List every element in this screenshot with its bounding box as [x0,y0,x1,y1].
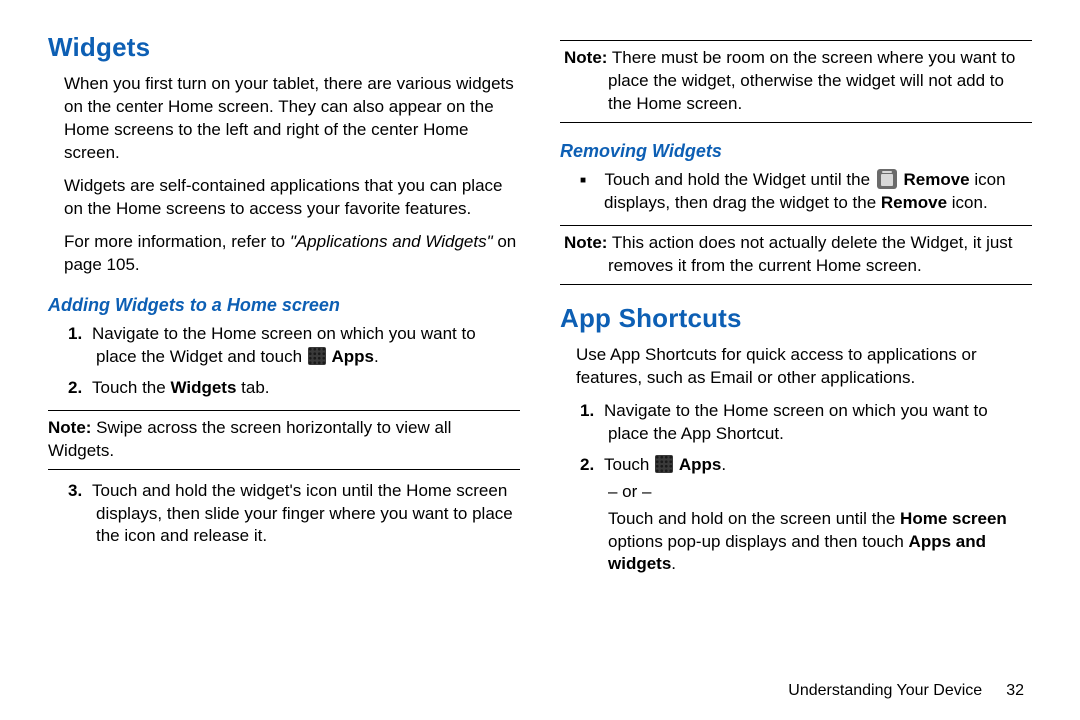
widgets-intro-1: When you first turn on your tablet, ther… [64,73,520,165]
page-number: 32 [1006,682,1024,699]
widgets-heading: Widgets [48,30,520,65]
step-2: 2.Touch the Widgets tab. [96,377,520,400]
apps-grid-icon [308,347,326,365]
footer-section: Understanding Your Device [788,682,982,699]
left-column: Widgets When you first turn on your tabl… [48,30,520,670]
note-swipe: Note: Swipe across the screen horizontal… [48,410,520,470]
note-room: Note: There must be room on the screen w… [560,40,1032,123]
note-remove-only: Note: This action does not actually dele… [560,225,1032,285]
step-1: 1.Navigate to the Home screen on which y… [96,323,520,369]
shortcut-step-1: 1.Navigate to the Home screen on which y… [608,400,1032,446]
widgets-intro-2: Widgets are self-contained applications … [64,175,520,221]
app-shortcuts-intro: Use App Shortcuts for quick access to ap… [576,344,1032,390]
page-footer: Understanding Your Device 32 [788,682,1024,700]
apps-grid-icon [655,455,673,473]
right-column: Note: There must be room on the screen w… [560,30,1032,670]
remove-trash-icon [877,169,897,189]
widgets-reference: For more information, refer to "Applicat… [64,231,520,277]
remove-widget-step: Touch and hold the Widget until the Remo… [604,169,1032,215]
step-3: 3.Touch and hold the widget's icon until… [96,480,520,549]
app-shortcuts-heading: App Shortcuts [560,301,1032,336]
shortcut-step-2: 2.Touch Apps. – or – Touch and hold on t… [608,454,1032,577]
removing-widgets-heading: Removing Widgets [560,139,1032,163]
or-separator: – or – [608,481,1032,504]
adding-widgets-heading: Adding Widgets to a Home screen [48,293,520,317]
